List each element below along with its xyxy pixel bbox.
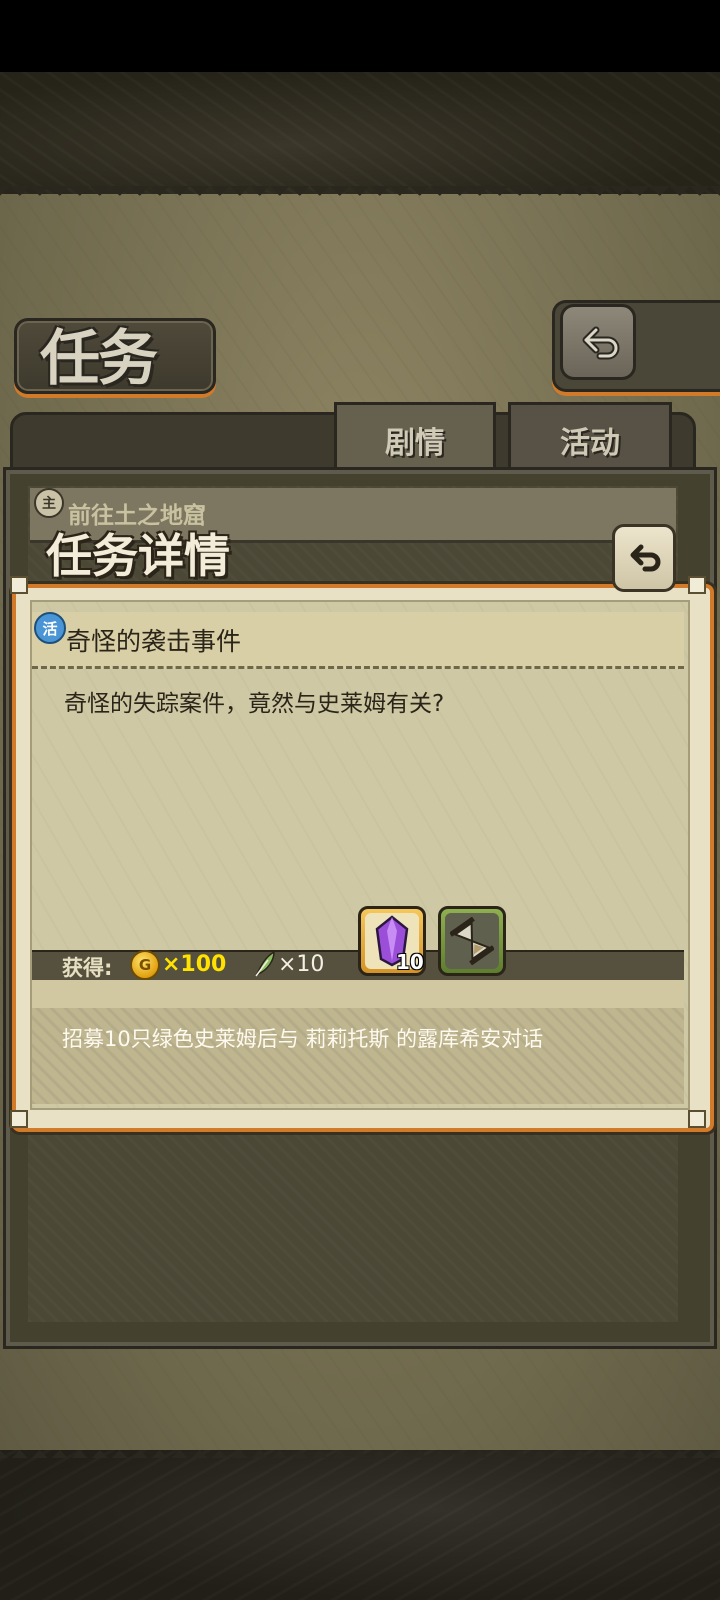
detail-close-button[interactable] bbox=[612, 524, 676, 592]
quest-condition: 招募10只绿色史莱姆后与 莉莉托斯 的露库希安对话 bbox=[62, 1027, 544, 1051]
reward-bar-shadow bbox=[32, 980, 684, 1008]
coin-icon: G bbox=[130, 950, 160, 980]
main-quest-icon: 主 bbox=[34, 488, 64, 518]
crystal-reward-count: 10 bbox=[396, 950, 424, 974]
corner-ornament bbox=[10, 576, 28, 594]
detail-title: 任务详情 bbox=[46, 529, 230, 583]
quest-type-badge: 活 bbox=[34, 612, 66, 644]
page-title: 任务 bbox=[40, 324, 158, 394]
map-background-bottom bbox=[0, 1450, 720, 1600]
back-arrow-icon bbox=[582, 326, 620, 360]
tab-event[interactable]: 活动 bbox=[508, 402, 672, 478]
feather-icon bbox=[255, 950, 275, 977]
back-arrow-icon bbox=[630, 544, 661, 572]
map-background-top bbox=[0, 72, 720, 194]
parchment-edge-top bbox=[0, 186, 720, 204]
corner-ornament bbox=[10, 1110, 28, 1128]
back-button[interactable] bbox=[560, 304, 636, 380]
status-bar bbox=[0, 0, 720, 72]
reward-label: 获得: bbox=[62, 956, 113, 980]
feather-reward-amount: ×10 bbox=[278, 952, 325, 977]
parchment-edge-bottom bbox=[0, 1440, 720, 1458]
coin-reward-amount: ×100 bbox=[162, 952, 227, 977]
corner-ornament bbox=[688, 576, 706, 594]
quest-name: 奇怪的袭击事件 bbox=[66, 627, 242, 656]
tab-story[interactable]: 剧情 bbox=[334, 402, 496, 478]
quest-description: 奇怪的失踪案件，竟然与史莱姆有关? bbox=[64, 691, 445, 717]
reward-item-hourglass[interactable] bbox=[438, 906, 506, 976]
hourglass-icon bbox=[450, 917, 494, 965]
corner-ornament bbox=[688, 1110, 706, 1128]
